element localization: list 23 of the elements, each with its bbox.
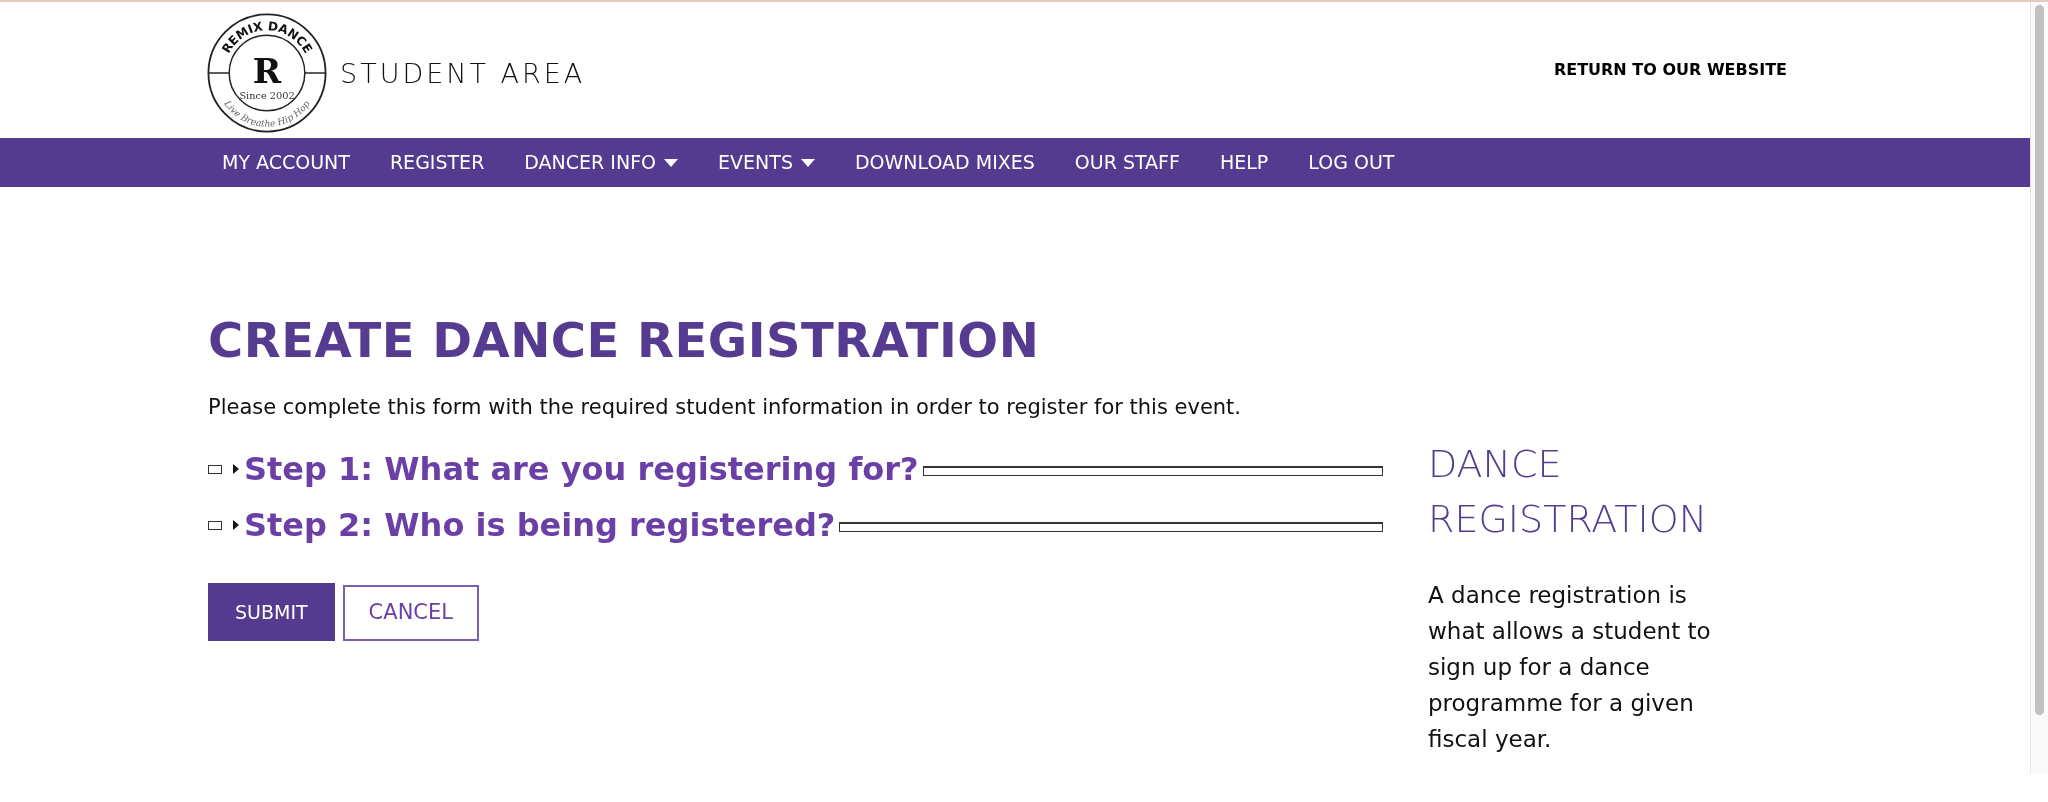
- checkbox-icon: [208, 464, 222, 474]
- step-title[interactable]: Step 1: What are you registering for?: [244, 445, 919, 494]
- step-title[interactable]: Step 2: Who is being registered?: [244, 501, 836, 550]
- nav-link[interactable]: HELP: [1206, 148, 1283, 177]
- nav-link[interactable]: EVENTS: [704, 148, 829, 177]
- return-link[interactable]: RETURN TO OUR WEBSITE: [1553, 58, 1787, 82]
- intro-text: Please complete this form with the required student information in order to register for this event.: [208, 393, 1243, 421]
- scrollbar[interactable]: [2030, 2, 2048, 774]
- nav-link[interactable]: REGISTER: [375, 148, 499, 177]
- checkbox-icon: [208, 520, 222, 530]
- site-title: STUDENT AREA: [340, 57, 586, 91]
- nav-link[interactable]: MY ACCOUNT: [208, 148, 364, 177]
- cancel-button[interactable]: CANCEL: [342, 585, 479, 641]
- nav-link[interactable]: DANCER INFO: [510, 148, 693, 177]
- nav-link[interactable]: LOG OUT: [1294, 148, 1409, 177]
- sidebar-text: A dance registration is what allows a student to sign up for a dance programme for a given fiscal year.: [1428, 581, 1712, 755]
- collapsed-icon[interactable]: [232, 464, 240, 475]
- sidebar-title: DANCE REGISTRATION: [1428, 441, 1709, 544]
- nav-link[interactable]: OUR STAFF: [1060, 148, 1194, 177]
- collapsed-icon[interactable]: [232, 520, 240, 531]
- nav-link[interactable]: DOWNLOAD MIXES: [840, 148, 1049, 177]
- submit-button[interactable]: SUBMIT: [208, 583, 335, 641]
- page-heading: CREATE DANCE REGISTRATION: [208, 312, 1041, 370]
